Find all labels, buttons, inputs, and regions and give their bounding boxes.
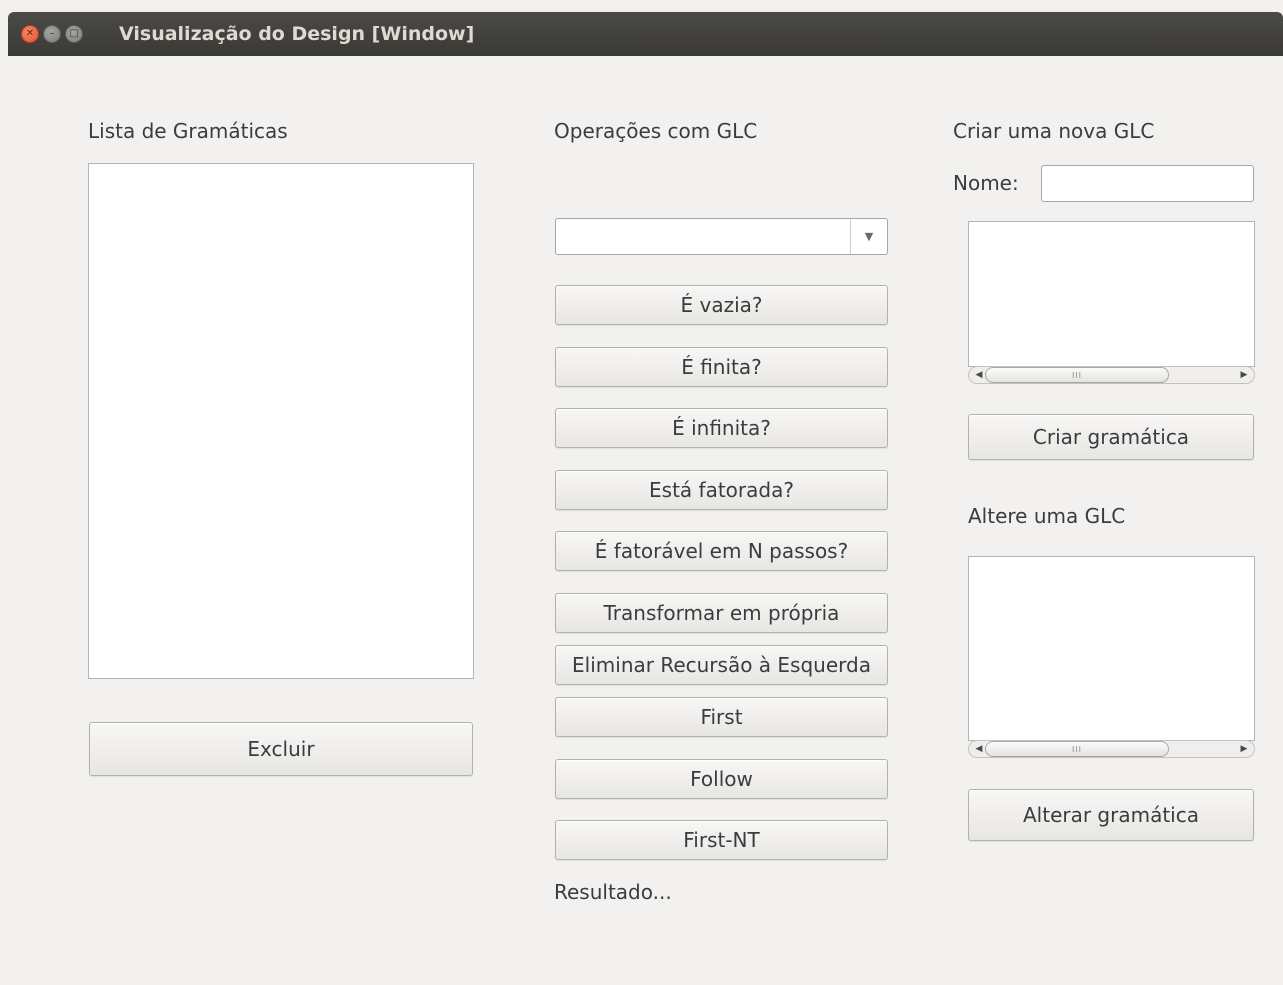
new-grammar-textarea[interactable] xyxy=(968,221,1255,367)
name-label: Nome: xyxy=(953,171,1019,195)
minimize-icon: – xyxy=(49,28,55,39)
result-text: Resultado... xyxy=(554,880,672,904)
grammar-list[interactable] xyxy=(88,163,474,679)
scroll-left-icon[interactable]: ◀ xyxy=(972,742,986,756)
minimize-window-button[interactable]: – xyxy=(43,25,61,43)
create-grammar-heading: Criar uma nova GLC xyxy=(953,119,1155,143)
follow-button[interactable]: Follow xyxy=(555,759,888,799)
title-bar: ✕ – □ Visualização do Design [Window] xyxy=(8,12,1283,56)
is-factored-button[interactable]: Está fatorada? xyxy=(555,470,888,510)
is-infinite-button[interactable]: É infinita? xyxy=(555,408,888,448)
is-empty-button[interactable]: É vazia? xyxy=(555,285,888,325)
scroll-left-icon[interactable]: ◀ xyxy=(972,368,986,382)
scroll-right-icon[interactable]: ▶ xyxy=(1237,742,1251,756)
delete-button[interactable]: Excluir xyxy=(89,722,473,776)
close-icon: ✕ xyxy=(25,28,35,39)
make-proper-button[interactable]: Transformar em própria xyxy=(555,593,888,633)
name-input[interactable] xyxy=(1041,165,1254,202)
maximize-icon: □ xyxy=(69,28,79,39)
eliminate-left-recursion-button[interactable]: Eliminar Recursão à Esquerda xyxy=(555,645,888,685)
scroll-thumb[interactable]: III xyxy=(985,741,1169,757)
edit-grammar-button[interactable]: Alterar gramática xyxy=(968,789,1254,841)
new-grammar-scrollbar[interactable]: ◀ III ▶ xyxy=(968,366,1255,384)
maximize-window-button[interactable]: □ xyxy=(65,25,83,43)
create-grammar-button[interactable]: Criar gramática xyxy=(968,414,1254,460)
edit-grammar-heading: Altere uma GLC xyxy=(968,504,1126,528)
scroll-thumb[interactable]: III xyxy=(985,367,1169,383)
grammar-list-heading: Lista de Gramáticas xyxy=(88,119,288,143)
grammar-select[interactable]: ▼ xyxy=(555,218,888,255)
factorable-n-steps-button[interactable]: É fatorável em N passos? xyxy=(555,531,888,571)
window-title: Visualização do Design [Window] xyxy=(119,23,475,45)
close-window-button[interactable]: ✕ xyxy=(21,25,39,43)
scroll-right-icon[interactable]: ▶ xyxy=(1237,368,1251,382)
edit-grammar-scrollbar[interactable]: ◀ III ▶ xyxy=(968,740,1255,758)
first-nt-button[interactable]: First-NT xyxy=(555,820,888,860)
first-button[interactable]: First xyxy=(555,697,888,737)
chevron-down-icon[interactable]: ▼ xyxy=(850,219,887,254)
edit-grammar-textarea[interactable] xyxy=(968,556,1255,741)
operations-heading: Operações com GLC xyxy=(554,119,758,143)
is-finite-button[interactable]: É finita? xyxy=(555,347,888,387)
